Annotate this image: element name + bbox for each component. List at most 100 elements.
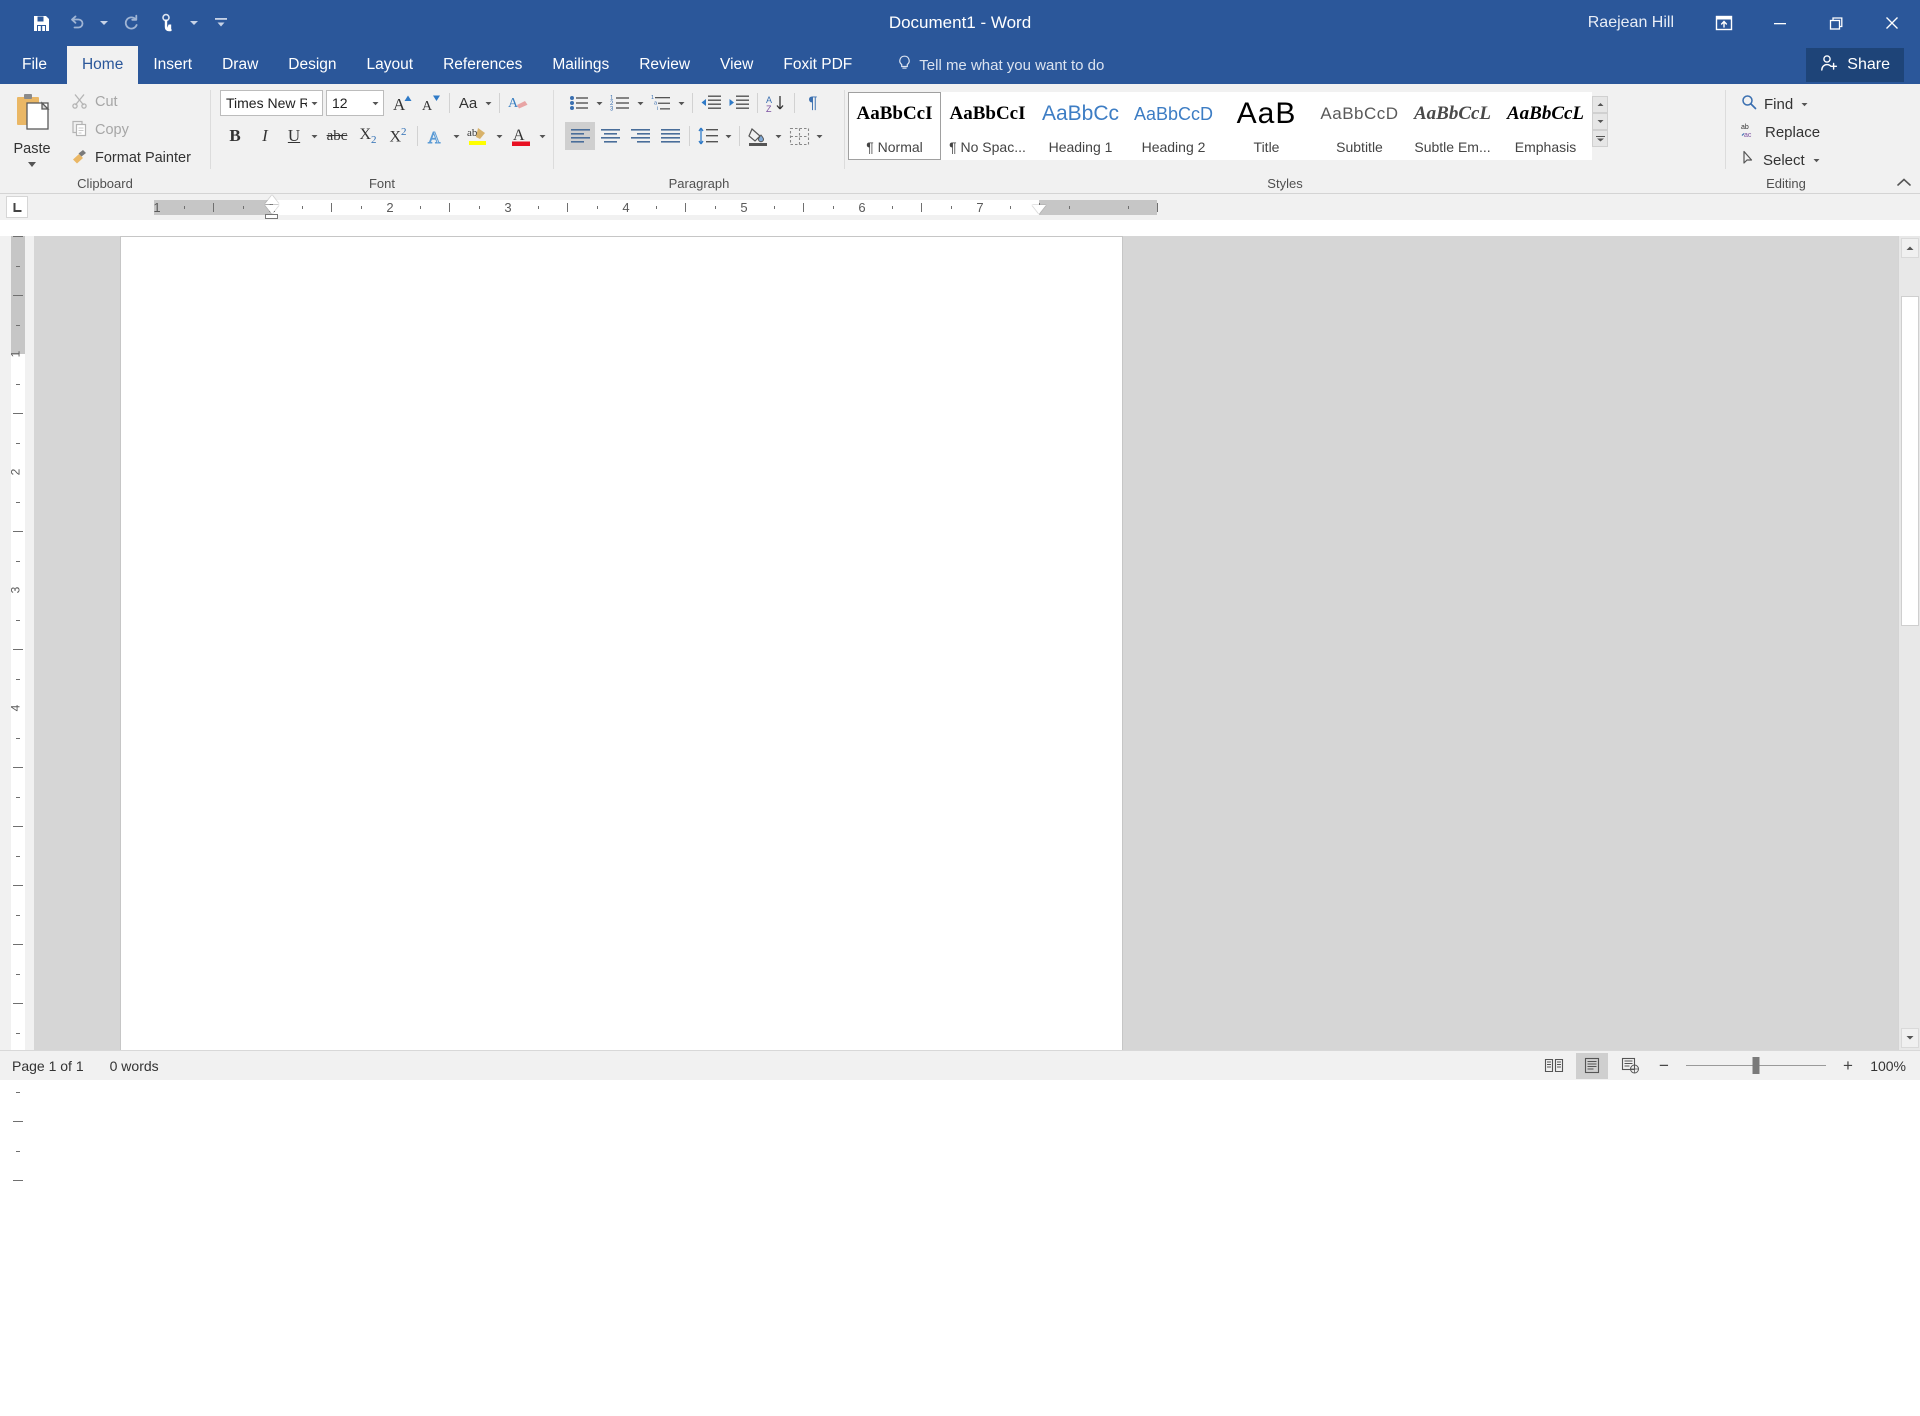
read-mode-button[interactable] <box>1538 1053 1570 1079</box>
tab-layout[interactable]: Layout <box>352 46 429 84</box>
font-size-combo[interactable]: 12 <box>326 90 384 116</box>
minimize-icon[interactable] <box>1752 0 1808 46</box>
paste-dropdown-icon[interactable] <box>28 162 36 167</box>
multilevel-list-button[interactable]: 1ai <box>647 89 675 117</box>
shading-dropdown-icon[interactable] <box>772 122 785 150</box>
italic-button[interactable]: I <box>250 122 280 150</box>
scrollbar-thumb[interactable] <box>1901 296 1919 626</box>
bullets-dropdown-icon[interactable] <box>593 89 606 117</box>
change-case-dropdown-icon[interactable] <box>482 89 495 117</box>
align-right-button[interactable] <box>625 122 655 150</box>
style-subtle-emphasis[interactable]: AaBbCcL Subtle Em... <box>1406 92 1499 160</box>
right-indent-marker[interactable] <box>1032 205 1046 214</box>
tab-mailings[interactable]: Mailings <box>537 46 624 84</box>
save-icon[interactable] <box>24 6 58 40</box>
bullets-button[interactable] <box>565 89 593 117</box>
style-no-spacing[interactable]: AaBbCcI ¶ No Spac... <box>941 92 1034 160</box>
account-user-name[interactable]: Raejean Hill <box>1588 14 1696 32</box>
tell-me-search[interactable]: Tell me what you want to do <box>883 46 1118 84</box>
grow-font-button[interactable]: A <box>389 89 417 117</box>
replace-button[interactable]: abac Replace <box>1735 118 1826 146</box>
touch-mode-dropdown-icon[interactable] <box>186 6 202 40</box>
web-layout-button[interactable] <box>1614 1053 1646 1079</box>
horizontal-ruler[interactable]: 12345671 <box>34 194 1898 220</box>
font-name-dropdown-icon[interactable] <box>307 99 322 108</box>
text-effects-button[interactable]: A <box>422 122 450 150</box>
scroll-up-icon[interactable] <box>1901 238 1919 258</box>
zoom-slider-thumb[interactable] <box>1753 1057 1760 1074</box>
cut-button[interactable]: Cut <box>65 89 197 115</box>
styles-scroll-up-button[interactable] <box>1592 96 1608 113</box>
redo-icon[interactable] <box>114 6 148 40</box>
document-page[interactable] <box>120 236 1123 1050</box>
vertical-ruler[interactable]: 1234 <box>0 236 34 1050</box>
align-left-button[interactable] <box>565 122 595 150</box>
touch-mode-icon[interactable] <box>150 6 184 40</box>
restore-icon[interactable] <box>1808 0 1864 46</box>
style-normal[interactable]: AaBbCcI ¶ Normal <box>848 92 941 160</box>
print-layout-button[interactable] <box>1576 1053 1608 1079</box>
styles-scroll-down-button[interactable] <box>1592 113 1608 130</box>
font-name-combo[interactable]: Times New R <box>220 90 323 116</box>
font-size-dropdown-icon[interactable] <box>368 99 383 108</box>
clear-formatting-button[interactable]: A <box>504 89 532 117</box>
close-icon[interactable] <box>1864 0 1920 46</box>
tab-file[interactable]: File <box>0 46 67 84</box>
decrease-indent-button[interactable] <box>697 89 725 117</box>
copy-button[interactable]: Copy <box>65 117 197 143</box>
find-dropdown-icon[interactable] <box>1800 96 1809 113</box>
hanging-indent-marker[interactable] <box>265 205 279 214</box>
shrink-font-button[interactable]: A <box>417 89 445 117</box>
collapse-ribbon-button[interactable] <box>1897 176 1911 190</box>
tab-draw[interactable]: Draw <box>207 46 273 84</box>
line-spacing-dropdown-icon[interactable] <box>722 122 735 150</box>
strikethrough-button[interactable]: abc <box>321 122 353 150</box>
increase-indent-button[interactable] <box>725 89 753 117</box>
shading-button[interactable] <box>744 122 772 150</box>
superscript-button[interactable]: X2 <box>383 122 413 150</box>
zoom-level-label[interactable]: 100% <box>1866 1058 1906 1074</box>
find-button[interactable]: Find <box>1735 90 1815 118</box>
zoom-out-button[interactable]: − <box>1652 1054 1676 1078</box>
numbering-button[interactable]: 123 <box>606 89 634 117</box>
align-center-button[interactable] <box>595 122 625 150</box>
tab-foxit-pdf[interactable]: Foxit PDF <box>768 46 867 84</box>
numbering-dropdown-icon[interactable] <box>634 89 647 117</box>
line-spacing-button[interactable] <box>694 122 722 150</box>
undo-icon[interactable] <box>60 6 94 40</box>
subscript-button[interactable]: X2 <box>353 122 383 150</box>
style-title[interactable]: AaB Title <box>1220 92 1313 160</box>
tab-references[interactable]: References <box>428 46 537 84</box>
tab-insert[interactable]: Insert <box>138 46 207 84</box>
customize-qat-icon[interactable] <box>204 6 238 40</box>
show-formatting-marks-button[interactable]: ¶ <box>799 89 827 117</box>
tab-home[interactable]: Home <box>67 46 138 84</box>
style-emphasis[interactable]: AaBbCcL Emphasis <box>1499 92 1592 160</box>
borders-dropdown-icon[interactable] <box>813 122 826 150</box>
undo-dropdown-icon[interactable] <box>96 6 112 40</box>
text-effects-dropdown-icon[interactable] <box>450 122 463 150</box>
ribbon-display-options-icon[interactable] <box>1696 0 1752 46</box>
format-painter-button[interactable]: Format Painter <box>65 145 197 171</box>
tab-stop-selector[interactable] <box>0 194 34 220</box>
tab-view[interactable]: View <box>705 46 768 84</box>
scroll-down-icon[interactable] <box>1901 1028 1919 1048</box>
style-subtitle[interactable]: AaBbCcD Subtitle <box>1313 92 1406 160</box>
page-indicator[interactable]: Page 1 of 1 <box>12 1058 84 1074</box>
text-highlight-color-button[interactable]: ab <box>463 122 493 150</box>
style-heading-2[interactable]: AaBbCcD Heading 2 <box>1127 92 1220 160</box>
select-dropdown-icon[interactable] <box>1812 152 1821 169</box>
borders-button[interactable] <box>785 122 813 150</box>
multilevel-list-dropdown-icon[interactable] <box>675 89 688 117</box>
select-button[interactable]: Select <box>1735 146 1827 174</box>
font-color-dropdown-icon[interactable] <box>536 122 549 150</box>
style-heading-1[interactable]: AaBbCc Heading 1 <box>1034 92 1127 160</box>
paste-button[interactable]: Paste <box>3 89 61 167</box>
font-color-button[interactable]: A <box>506 122 536 150</box>
zoom-slider[interactable] <box>1686 1054 1826 1078</box>
sort-button[interactable]: AZ <box>762 89 790 117</box>
text-highlight-dropdown-icon[interactable] <box>493 122 506 150</box>
left-indent-marker[interactable] <box>265 214 278 219</box>
zoom-in-button[interactable]: + <box>1836 1054 1860 1078</box>
word-count[interactable]: 0 words <box>110 1058 159 1074</box>
